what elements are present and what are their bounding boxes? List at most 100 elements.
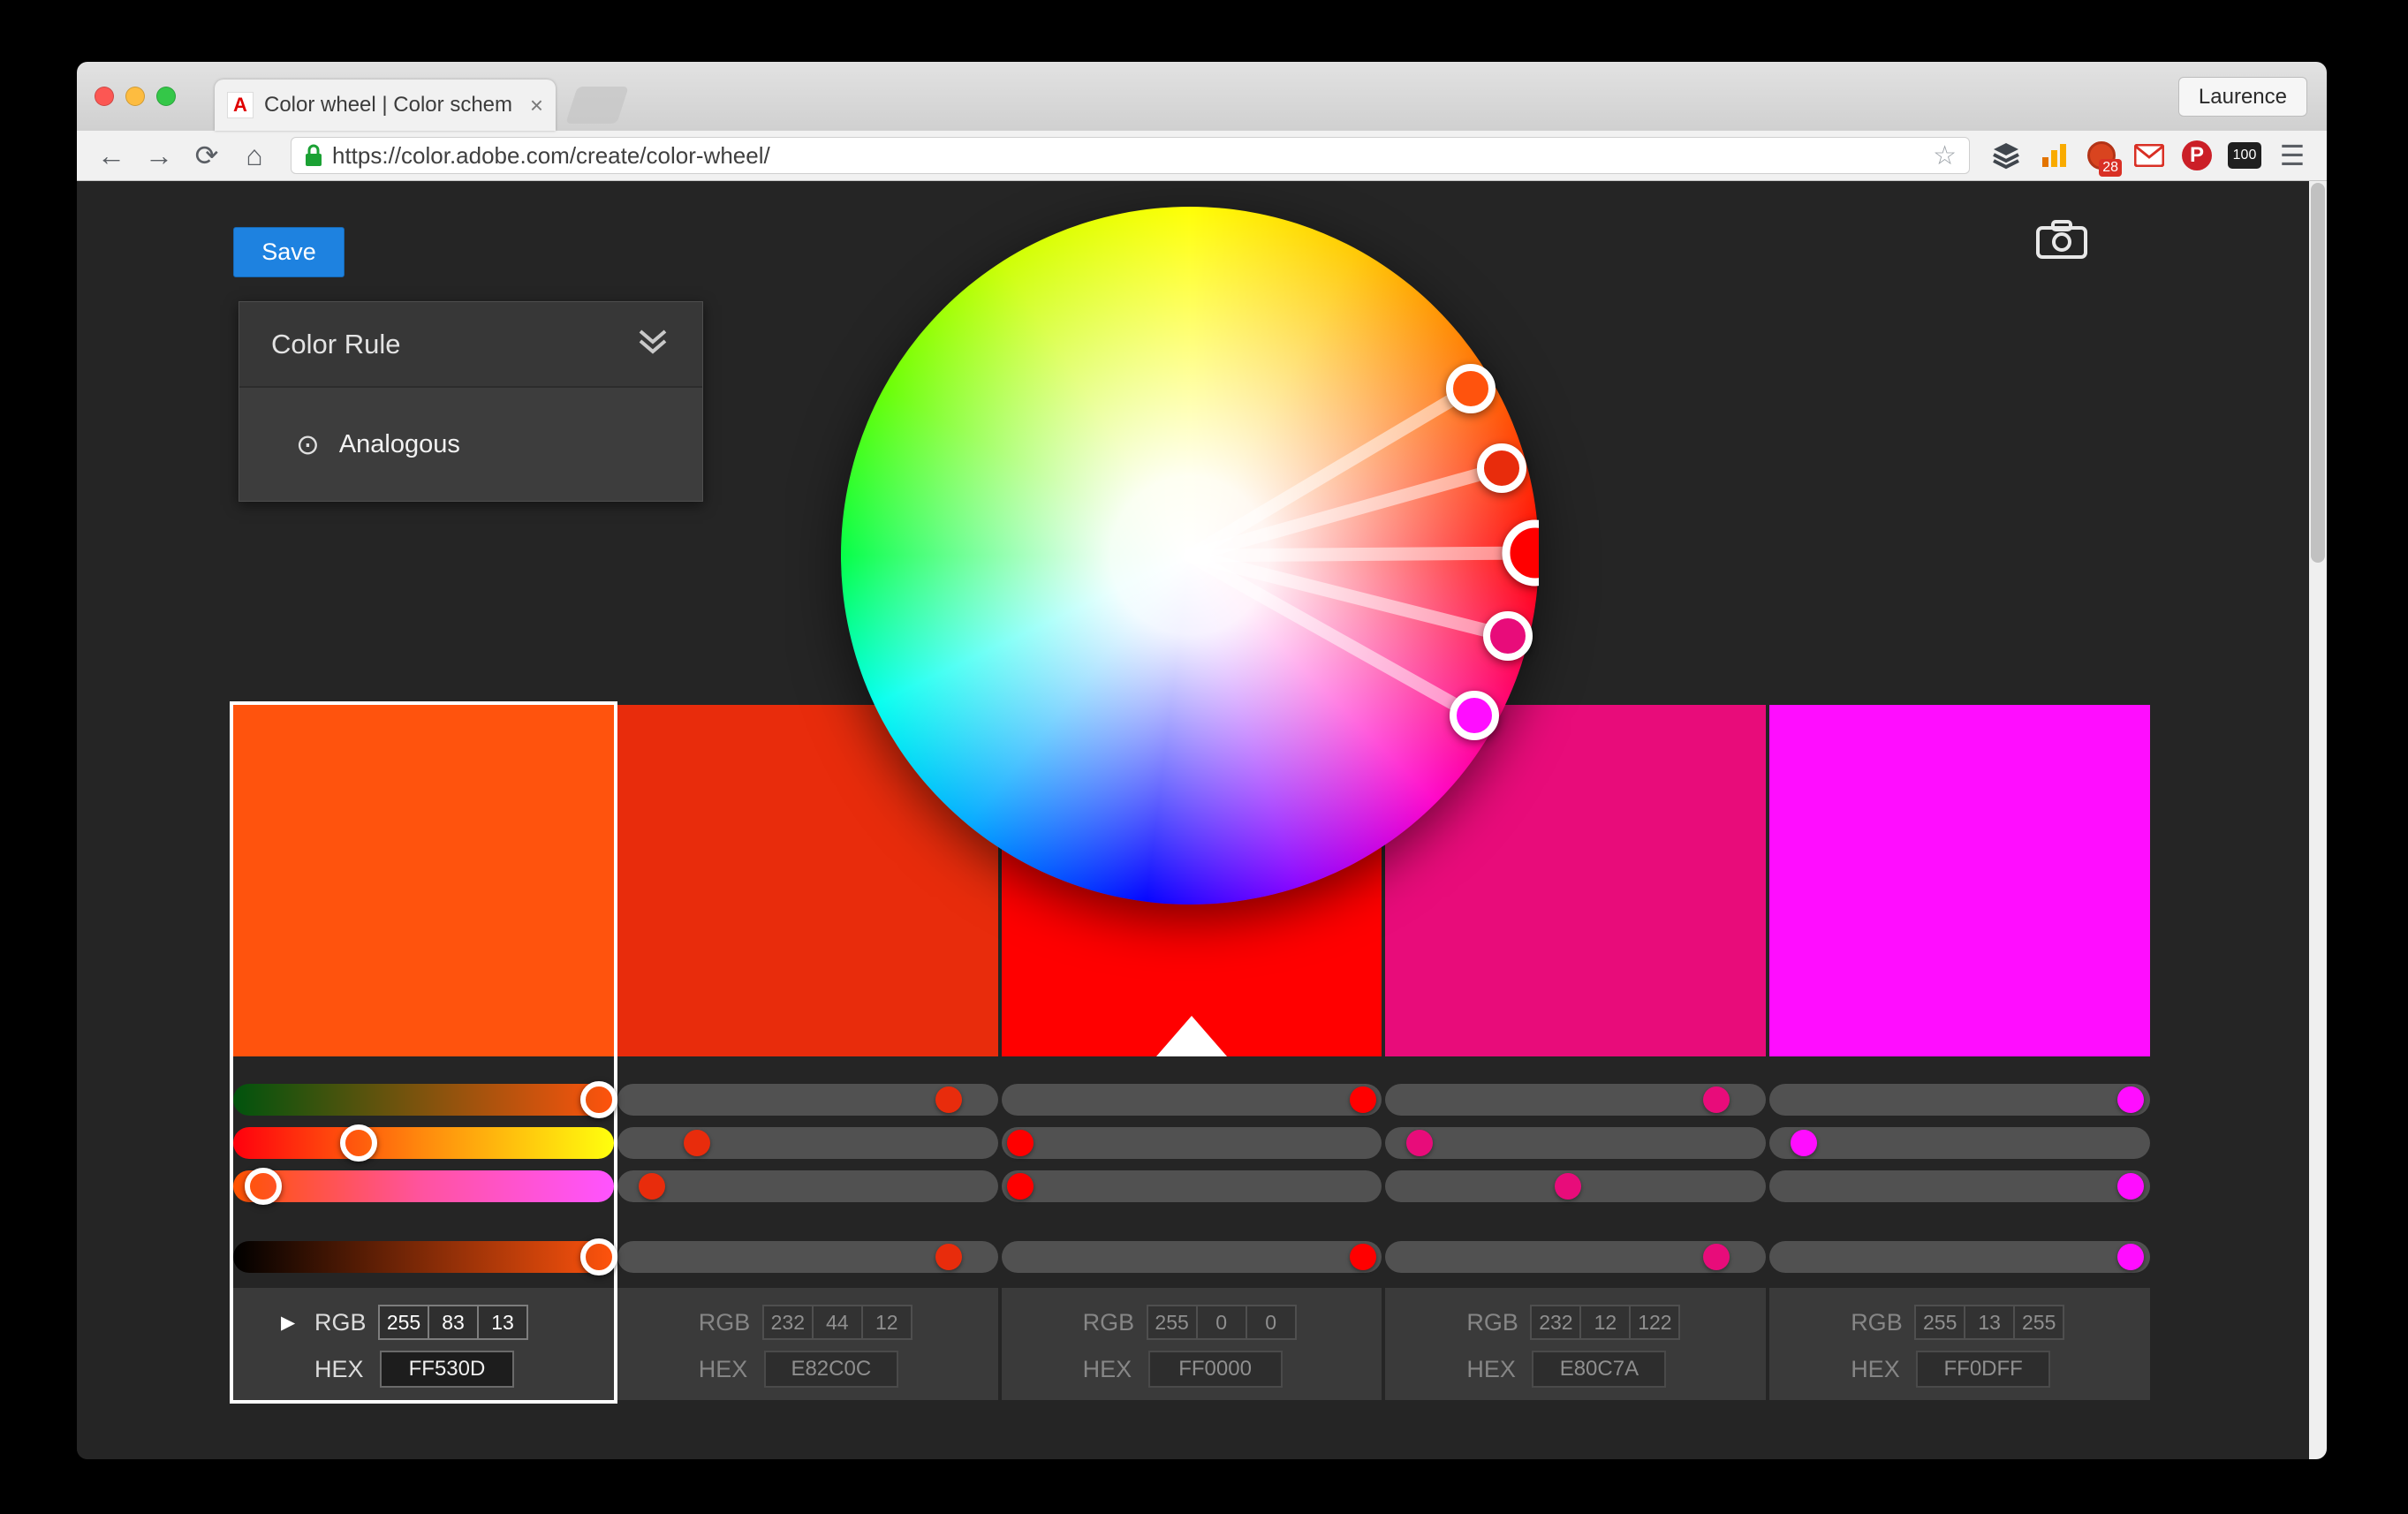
rgb-b-value[interactable]: 12	[860, 1305, 912, 1340]
brightness-slider-track[interactable]	[1385, 1241, 1767, 1273]
hundred-extension-icon[interactable]: 100	[2224, 135, 2265, 176]
blue-slider-handle[interactable]	[1007, 1173, 1034, 1200]
rgb-g-value[interactable]: 0	[1195, 1305, 1247, 1340]
rgb-label: RGB	[314, 1308, 367, 1336]
blue-slider-handle[interactable]	[2117, 1173, 2145, 1200]
red-slider-track[interactable]	[1001, 1084, 1382, 1116]
disclosure-icon[interactable]: ▶	[281, 1312, 295, 1334]
back-icon[interactable]: ←	[91, 135, 132, 176]
hex-value[interactable]: FF0DFF	[1916, 1351, 2051, 1388]
red-slider-handle[interactable]	[579, 1081, 617, 1118]
wheel-handle-1[interactable]	[1446, 364, 1496, 413]
green-slider-handle[interactable]	[1406, 1130, 1434, 1156]
rgb-g-value[interactable]: 12	[1579, 1305, 1632, 1340]
red-slider-handle[interactable]	[1349, 1086, 1376, 1113]
green-slider-track[interactable]	[1769, 1127, 2150, 1159]
rgb-r-value[interactable]: 232	[761, 1305, 814, 1340]
rgb-b-value[interactable]: 0	[1245, 1305, 1297, 1340]
rgb-g-value[interactable]: 13	[1964, 1305, 2016, 1340]
brightness-slider-handle[interactable]	[579, 1238, 617, 1276]
zoom-window-button[interactable]	[156, 87, 176, 106]
hex-label: HEX	[314, 1355, 364, 1382]
bookmark-star-icon[interactable]: ☆	[1933, 140, 1957, 171]
rgb-r-value[interactable]: 255	[1146, 1305, 1198, 1340]
tab-manager-extension-icon[interactable]: 28	[2081, 135, 2122, 177]
buffer-extension-icon[interactable]	[1986, 135, 2026, 176]
green-slider-handle[interactable]	[684, 1130, 711, 1156]
slider-group-1	[233, 1081, 617, 1276]
gmail-extension-icon[interactable]	[2129, 135, 2169, 176]
red-slider-track[interactable]	[1769, 1084, 2150, 1116]
blue-slider-handle[interactable]	[638, 1173, 665, 1200]
address-bar[interactable]: https://color.adobe.com/create/color-whe…	[291, 137, 1970, 174]
brightness-slider-handle[interactable]	[1349, 1244, 1376, 1270]
brightness-slider-track[interactable]	[1769, 1241, 2150, 1273]
color-rule-dropdown[interactable]: Color Rule	[239, 302, 702, 388]
green-slider-track[interactable]	[1385, 1127, 1767, 1159]
hex-value[interactable]: FF530D	[380, 1351, 514, 1388]
minimize-window-button[interactable]	[125, 87, 145, 106]
red-slider-track[interactable]	[617, 1084, 998, 1116]
brightness-slider-handle[interactable]	[2117, 1244, 2145, 1270]
browser-tab[interactable]: A Color wheel | Color schem ×	[215, 79, 556, 131]
rgb-b-value[interactable]: 255	[2013, 1305, 2065, 1340]
rgb-g-value[interactable]: 44	[811, 1305, 863, 1340]
save-button[interactable]: Save	[233, 227, 345, 277]
brightness-slider-track[interactable]	[233, 1238, 617, 1276]
hex-value[interactable]: E80C7A	[1532, 1351, 1667, 1388]
new-tab-button[interactable]	[565, 87, 629, 124]
wheel-handle-4[interactable]	[1483, 611, 1533, 661]
color-swatch-5[interactable]	[1769, 705, 2150, 1056]
wheel-handle-5[interactable]	[1450, 691, 1499, 740]
menu-icon[interactable]: ☰	[2272, 135, 2313, 176]
wheel-handle-2[interactable]	[1477, 443, 1526, 493]
home-icon[interactable]: ⌂	[234, 135, 275, 176]
profile-chip[interactable]: Laurence	[2177, 77, 2307, 117]
green-slider-handle[interactable]	[340, 1124, 378, 1162]
camera-button[interactable]	[2031, 215, 2093, 264]
rgb-b-value[interactable]: 13	[477, 1305, 528, 1340]
close-window-button[interactable]	[95, 87, 114, 106]
brightness-slider-handle[interactable]	[1703, 1244, 1730, 1270]
color-swatch-1[interactable]	[233, 705, 614, 1056]
blue-slider-track[interactable]	[1385, 1170, 1767, 1202]
blue-slider-track[interactable]	[1769, 1170, 2150, 1202]
forward-icon[interactable]: →	[139, 135, 179, 176]
blue-slider-handle[interactable]	[245, 1168, 283, 1205]
green-slider-handle[interactable]	[1790, 1130, 1817, 1156]
brightness-slider-track[interactable]	[617, 1241, 998, 1273]
green-slider-handle[interactable]	[1007, 1130, 1034, 1156]
red-slider-handle[interactable]	[935, 1086, 962, 1113]
color-rule-item-analogous[interactable]: ⊙ Analogous	[239, 388, 702, 501]
page-scrollbar[interactable]	[2309, 181, 2327, 1459]
reload-icon[interactable]: ⟳	[186, 135, 227, 176]
green-slider-track[interactable]	[617, 1127, 998, 1159]
pinterest-extension-icon[interactable]: P	[2177, 135, 2217, 176]
blue-slider-handle[interactable]	[1555, 1173, 1582, 1200]
tab-close-icon[interactable]: ×	[530, 92, 543, 119]
rgb-b-value[interactable]: 122	[1629, 1305, 1681, 1340]
blue-slider-track[interactable]	[233, 1168, 614, 1205]
blue-slider-track[interactable]	[1001, 1170, 1382, 1202]
red-slider-track[interactable]	[1385, 1084, 1767, 1116]
green-slider-track[interactable]	[1001, 1127, 1382, 1159]
red-slider-handle[interactable]	[1703, 1086, 1730, 1113]
rgb-g-value[interactable]: 83	[428, 1305, 479, 1340]
slider-group-5	[1769, 1084, 2150, 1273]
rgb-r-value[interactable]: 232	[1530, 1305, 1582, 1340]
wheel-handle-base[interactable]	[1502, 519, 1539, 587]
rgb-r-value[interactable]: 255	[1914, 1305, 1966, 1340]
green-slider-track[interactable]	[233, 1124, 614, 1162]
brightness-slider-track[interactable]	[1001, 1241, 1382, 1273]
camera-icon	[2036, 220, 2087, 259]
brightness-slider-handle[interactable]	[935, 1244, 962, 1270]
blue-slider-track[interactable]	[617, 1170, 998, 1202]
red-slider-track[interactable]	[233, 1081, 617, 1118]
hex-value[interactable]: FF0000	[1147, 1351, 1283, 1388]
analytics-extension-icon[interactable]	[2033, 135, 2074, 176]
color-info-panel-3: RGB 255 0 0 HEX FF0000	[1001, 1288, 1382, 1400]
hex-value[interactable]: E82C0C	[763, 1351, 898, 1388]
red-slider-handle[interactable]	[2117, 1086, 2145, 1113]
rgb-r-value[interactable]: 255	[378, 1305, 429, 1340]
scrollbar-thumb[interactable]	[2311, 183, 2325, 563]
